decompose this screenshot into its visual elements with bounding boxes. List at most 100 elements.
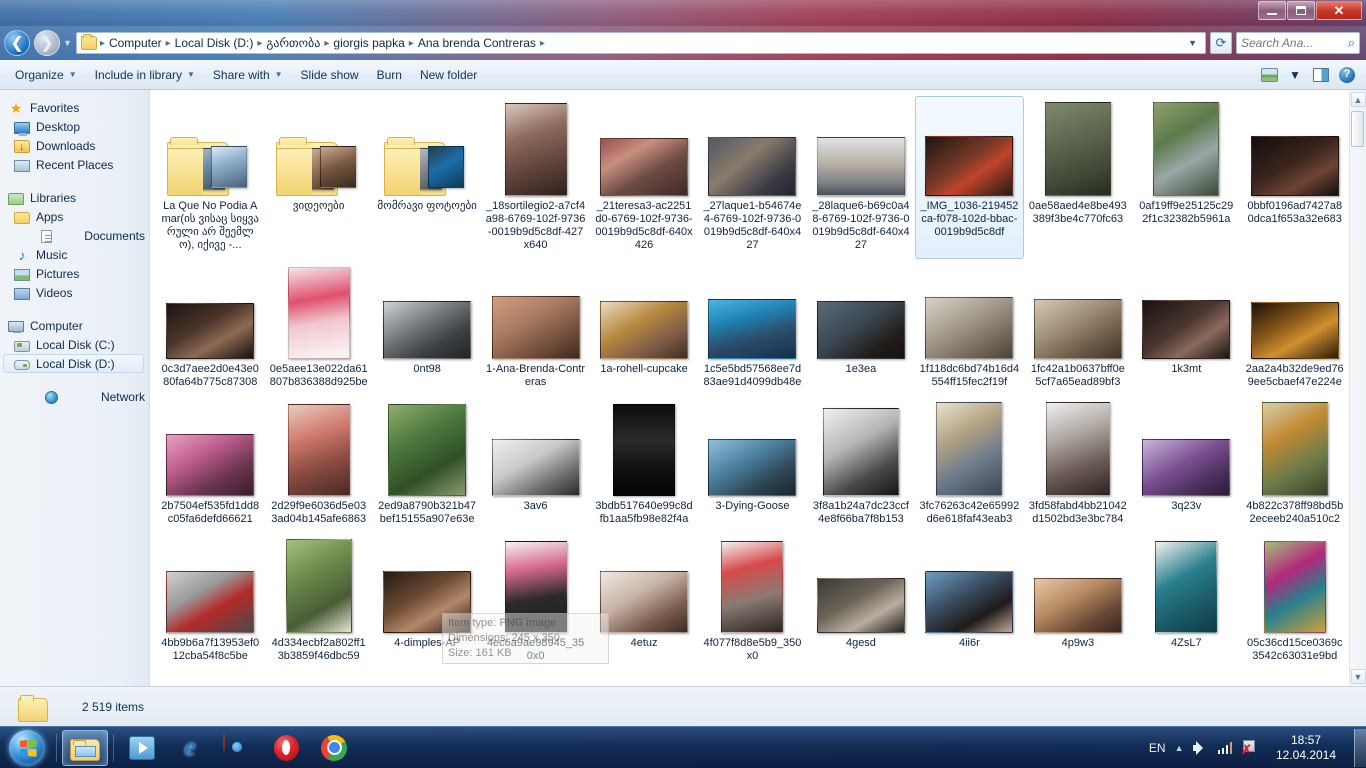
breadcrumb-giorgis-papka[interactable]: giorgis papka — [330, 36, 407, 50]
taskbar-item-chrome[interactable] — [311, 730, 357, 766]
sidebar-item-downloads[interactable]: Downloads — [0, 136, 149, 155]
file-tile[interactable]: 4etuz — [590, 533, 698, 670]
preview-pane-button[interactable] — [1308, 64, 1334, 86]
help-button[interactable]: ? — [1334, 64, 1360, 86]
file-list-view[interactable]: La Que No Podia Amar(ის ვისაც სიყვარული … — [150, 90, 1366, 686]
recent-pages-dropdown[interactable]: ▼ — [63, 38, 72, 48]
sidebar-item-desktop[interactable]: Desktop — [0, 117, 149, 136]
chevron-down-icon[interactable]: ▼ — [1182, 38, 1203, 48]
sidebar-item-apps[interactable]: Apps — [0, 207, 149, 226]
file-tile[interactable]: 4ZsL7 — [1132, 533, 1240, 670]
file-tile[interactable]: 1e3ea — [807, 259, 915, 396]
scrollbar-track[interactable] — [1350, 107, 1366, 669]
file-tile[interactable]: 1k3mt — [1132, 259, 1240, 396]
sidebar-item-recent-places[interactable]: Recent Places — [0, 155, 149, 174]
file-tile[interactable]: 3av6 — [481, 396, 589, 533]
sidebar-item-local-disk-d[interactable]: Local Disk (D:) — [3, 354, 144, 373]
file-tile-selected[interactable]: _IMG_1036-219452ca-f078-102d-bbac-0019b9… — [915, 96, 1024, 259]
taskbar-item-windows-media-player[interactable] — [119, 730, 165, 766]
scroll-down-button[interactable]: ▼ — [1350, 669, 1366, 684]
sidebar-item-videos[interactable]: Videos — [0, 283, 149, 302]
refresh-button[interactable]: ⟳ — [1210, 32, 1232, 54]
clock[interactable]: 18:57 12.04.2014 — [1266, 733, 1340, 763]
search-box[interactable]: ⌕ — [1236, 32, 1360, 54]
file-tile[interactable]: 1c5e5bd57568ee7d83ae91d4099db48e — [698, 259, 806, 396]
share-with-button[interactable]: Share with ▼ — [204, 64, 292, 86]
file-tile[interactable]: 1-Ana-Brenda-Contreras — [481, 259, 589, 396]
breadcrumb-computer[interactable]: Computer — [106, 36, 165, 50]
file-tile[interactable]: 3f8a1b24a7dc23ccf4e8f66ba7f8b153 — [807, 396, 915, 533]
sidebar-item-music[interactable]: ♪ Music — [0, 245, 149, 264]
file-tile[interactable]: 05c36cd15ce0369c3542c63031e9bd — [1241, 533, 1349, 670]
file-tile[interactable]: 3fc76263c42e65992d6e618faf43eab3 — [915, 396, 1023, 533]
language-indicator[interactable]: EN — [1149, 741, 1166, 755]
maximize-button[interactable] — [1287, 1, 1315, 20]
show-hidden-icons-button[interactable]: ▲ — [1175, 743, 1184, 753]
file-tile[interactable]: 2aa2a4b32de9ed769ee5cbaef47e224e — [1241, 259, 1349, 396]
sidebar-item-favorites[interactable]: ★ Favorites — [0, 98, 149, 117]
file-tile[interactable]: 3-Dying-Goose — [698, 396, 806, 533]
burn-button[interactable]: Burn — [368, 64, 411, 86]
file-tile[interactable]: ვიდეოები — [264, 96, 372, 259]
change-view-dropdown[interactable]: ▼ — [1282, 64, 1308, 86]
file-tile[interactable]: 3bdb517640e99c8dfb1aa5fb98e82f4a — [590, 396, 698, 533]
file-tile[interactable]: 4bb9b6a7f13953ef012cba54f8c5be — [156, 533, 264, 670]
sidebar-item-local-disk-c[interactable]: Local Disk (C:) — [0, 335, 149, 354]
file-tile[interactable]: _21teresa3-ac2251d0-6769-102f-9736-0019b… — [590, 96, 698, 259]
file-tile[interactable]: 4f077f8d8e5b9_350x0 — [698, 533, 806, 670]
back-button[interactable]: ❮ — [4, 30, 30, 56]
file-tile[interactable]: 3q23v — [1132, 396, 1240, 533]
file-tile[interactable]: 0ae58aed4e8be493389f3be4c770fc63 — [1024, 96, 1132, 259]
sidebar-item-pictures[interactable]: Pictures — [0, 264, 149, 283]
scrollbar-thumb[interactable] — [1351, 111, 1364, 147]
file-tile[interactable]: 0af19ff9e25125c292f1c32382b5961a — [1132, 96, 1240, 259]
file-tile[interactable]: 4p9w3 — [1024, 533, 1132, 670]
file-tile[interactable]: 4ii6r — [915, 533, 1023, 670]
organize-button[interactable]: Organize ▼ — [6, 64, 86, 86]
new-folder-button[interactable]: New folder — [411, 64, 486, 86]
file-tile[interactable]: 1f118dc6bd74b16d4554ff15fec2f19f — [915, 259, 1023, 396]
file-tile[interactable]: _28laque6-b69c0a48-6769-102f-9736-0019b9… — [807, 96, 915, 259]
sidebar-item-documents[interactable]: Documents — [0, 226, 149, 245]
file-tile[interactable]: 4gesd — [807, 533, 915, 670]
file-tile[interactable]: 0nt98 — [373, 259, 481, 396]
sidebar-item-libraries[interactable]: Libraries — [0, 188, 149, 207]
file-tile[interactable]: მომრავი ფოტოები — [373, 96, 481, 259]
taskbar-item-windows-explorer[interactable] — [62, 729, 108, 766]
show-desktop-button[interactable] — [1354, 728, 1366, 767]
breadcrumb-local-disk-d[interactable]: Local Disk (D:) — [172, 36, 257, 50]
minimize-button[interactable] — [1258, 1, 1286, 20]
file-tile[interactable]: _18sortilegio2-a7cf4a98-6769-102f-9736-0… — [481, 96, 589, 259]
file-tile[interactable]: 0bbf0196ad7427a80dca1f653a32e683 — [1241, 96, 1349, 259]
volume-icon[interactable] — [1192, 740, 1209, 755]
file-tile[interactable]: 4b822c378ff98bd5b2eceeb240a510c2 — [1241, 396, 1349, 533]
taskbar-item-internet-explorer[interactable]: e — [167, 730, 213, 766]
sidebar-item-computer[interactable]: Computer — [0, 316, 149, 335]
search-input[interactable] — [1241, 36, 1348, 50]
vertical-scrollbar[interactable]: ▲ ▼ — [1349, 90, 1366, 686]
file-tile[interactable]: _27laque1-b54674e4-6769-102f-9736-0019b9… — [698, 96, 806, 259]
file-tile[interactable]: 2b7504ef535fd1dd8c05fa6defd66621 — [156, 396, 264, 533]
file-tile[interactable]: 0c3d7aee2d0e43e080fa64b775c87308 — [156, 259, 264, 396]
forward-button[interactable]: ❯ — [34, 30, 60, 56]
file-tile[interactable]: 2ed9a8790b321b47bef15155a907e63e — [373, 396, 481, 533]
file-tile[interactable]: 3fd58fabd4bb21042d1502bd3e3bc784 — [1024, 396, 1132, 533]
file-tile[interactable]: 1a-rohell-cupcake — [590, 259, 698, 396]
file-tile[interactable]: 2d29f9e6036d5e033ad04b145afe6863 — [264, 396, 372, 533]
sidebar-item-network[interactable]: Network — [0, 387, 149, 406]
scroll-up-button[interactable]: ▲ — [1350, 92, 1366, 107]
include-in-library-button[interactable]: Include in library ▼ — [86, 64, 204, 86]
taskbar-item-opera[interactable] — [263, 730, 309, 766]
file-tile[interactable]: 0e5aee13e022da61807b836388d925be — [264, 259, 372, 396]
breadcrumb-gartoba[interactable]: გართობა — [263, 36, 323, 50]
breadcrumb-ana-brenda-contreras[interactable]: Ana brenda Contreras — [415, 36, 539, 50]
file-tile[interactable]: 1fc42a1b0637bff0e5cf7a65ead89bf3 — [1024, 259, 1132, 396]
start-button[interactable] — [2, 729, 52, 767]
action-center-icon[interactable]: ✗ — [1241, 740, 1257, 756]
file-tile[interactable]: 4d334ecbf2a802ff13b3859f46dbc59 — [264, 533, 372, 670]
file-tile[interactable]: La Que No Podia Amar(ის ვისაც სიყვარული … — [156, 96, 264, 259]
file-tile[interactable]: 4-dimples-AP — [373, 533, 481, 670]
taskbar-item-firefox[interactable] — [215, 730, 261, 766]
breadcrumb[interactable]: ▸ Computer ▸ Local Disk (D:) ▸ გართობა ▸… — [75, 32, 1206, 54]
network-signal-icon[interactable] — [1217, 741, 1232, 754]
